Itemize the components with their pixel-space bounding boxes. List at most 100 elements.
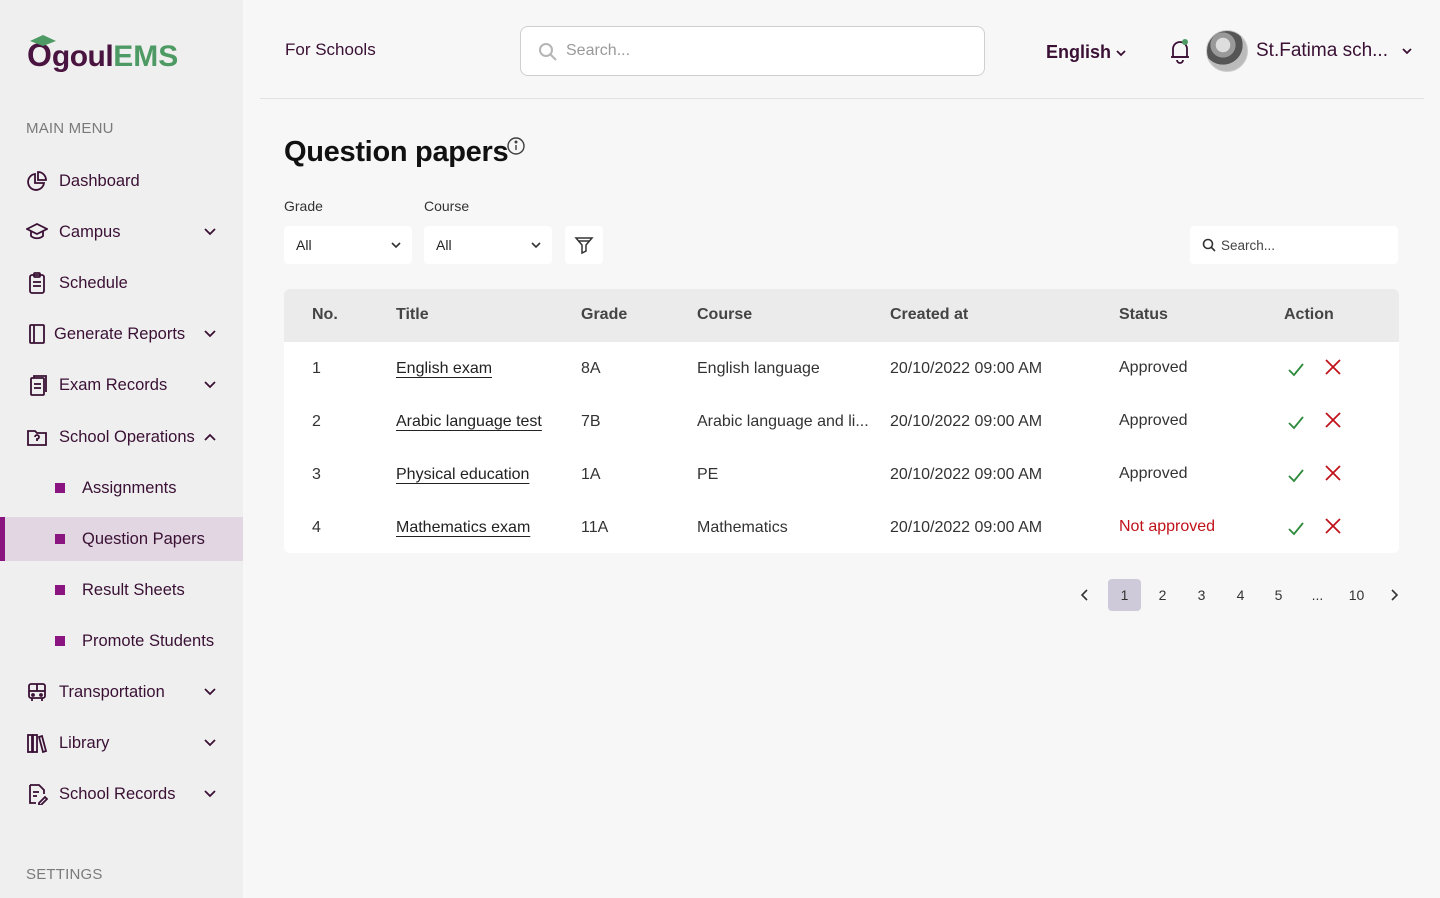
language-label: English (1046, 42, 1112, 62)
row-created-at: 20/10/2022 09:00 AM (890, 360, 1043, 377)
page-button-2[interactable]: 2 (1146, 579, 1179, 611)
sidebar-item-generate-reports[interactable]: Generate Reports (0, 312, 243, 356)
reject-x-icon[interactable] (1324, 464, 1342, 482)
file-edit-icon (29, 784, 48, 805)
approve-check-icon[interactable] (1287, 413, 1305, 431)
header-divider (260, 98, 1424, 99)
sidebar-item-label: Generate Reports (54, 324, 186, 343)
row-course: Mathematics (697, 519, 788, 536)
course-select[interactable]: All (424, 226, 552, 264)
bullet-icon (55, 534, 65, 544)
grade-select[interactable]: All (284, 226, 412, 264)
sidebar-item-campus[interactable]: Campus (0, 210, 243, 254)
sidebar-item-label: School Records (59, 784, 176, 803)
logo-letter: O (27, 35, 56, 74)
sidebar-item-library[interactable]: Library (0, 721, 243, 765)
info-icon[interactable] (506, 136, 526, 156)
column-header-no[interactable]: No. (312, 306, 338, 324)
chevron-down-icon (1116, 49, 1126, 56)
graduation-cap-icon (26, 222, 48, 240)
chevron-right-icon[interactable] (1387, 588, 1401, 602)
sidebar-subitem-result-sheets[interactable]: Result Sheets (0, 568, 243, 612)
sidebar-item-label: Library (59, 733, 110, 752)
bullet-icon (55, 636, 65, 646)
sidebar-item-label: School Operations (59, 427, 195, 446)
approve-check-icon[interactable] (1287, 466, 1305, 484)
sidebar-subitem-label: Assignments (82, 478, 177, 497)
column-header-action: Action (1284, 306, 1334, 323)
column-header-title[interactable]: Title (396, 306, 429, 324)
sidebar-item-dashboard[interactable]: Dashboard (0, 159, 243, 203)
paper-title-link[interactable]: Arabic language test (396, 413, 542, 431)
search-icon (1202, 238, 1216, 252)
chevron-down-icon (531, 242, 541, 249)
table-row: 3 Physical education 1A PE 20/10/2022 09… (284, 448, 1399, 501)
reject-x-icon[interactable] (1324, 358, 1342, 376)
chevron-down-icon (204, 381, 216, 389)
sidebar-item-schedule[interactable]: Schedule (0, 261, 243, 305)
sidebar: O goul EMS MAIN MENU Dashboard Campus Sc… (0, 0, 243, 898)
page-ellipsis: ... (1311, 587, 1324, 603)
reject-x-icon[interactable] (1324, 411, 1342, 429)
column-header-course[interactable]: Course (697, 306, 752, 324)
table-header: No. Title Grade Course Created at Status… (284, 289, 1399, 342)
row-number: 3 (312, 466, 321, 483)
sidebar-subitem-assignments[interactable]: Assignments (0, 466, 243, 510)
row-number: 4 (312, 519, 321, 536)
chevron-down-icon (204, 228, 216, 236)
page-title: Question papers (284, 136, 509, 168)
page-button-3[interactable]: 3 (1185, 579, 1218, 611)
chevron-down-icon (204, 688, 216, 696)
grade-select-value: All (296, 237, 312, 253)
page-button-10[interactable]: 10 (1340, 579, 1373, 611)
sidebar-item-label: Exam Records (59, 375, 168, 394)
chevron-down-icon (391, 242, 401, 249)
filter-button[interactable] (565, 226, 603, 264)
paper-title-link[interactable]: Physical education (396, 466, 529, 484)
sidebar-subitem-label: Promote Students (82, 631, 215, 650)
bus-icon (28, 683, 46, 701)
filter-icon (574, 237, 594, 255)
row-grade: 7B (581, 413, 601, 430)
row-created-at: 20/10/2022 09:00 AM (890, 519, 1043, 536)
sidebar-item-transportation[interactable]: Transportation (0, 670, 243, 714)
row-status: Approved (1119, 359, 1188, 376)
main-menu-label: MAIN MENU (26, 120, 114, 137)
notification-bell-icon[interactable] (1168, 38, 1192, 64)
column-header-created-at[interactable]: Created at (890, 306, 968, 324)
table-search-input[interactable] (1221, 236, 1386, 254)
approve-check-icon[interactable] (1287, 519, 1305, 537)
column-header-status[interactable]: Status (1119, 306, 1168, 324)
graduation-cap-icon (30, 35, 56, 46)
chevron-down-icon (204, 790, 216, 798)
global-search-input[interactable] (566, 39, 966, 63)
clipboard-icon (29, 272, 45, 294)
sidebar-subitem-label: Result Sheets (82, 580, 185, 599)
for-schools-link[interactable]: For Schools (285, 40, 376, 60)
page-button-4[interactable]: 4 (1224, 579, 1257, 611)
user-name[interactable]: St.Fatima sch... (1256, 40, 1388, 62)
sidebar-item-school-operations[interactable]: School Operations (0, 415, 243, 459)
paper-title-link[interactable]: Mathematics exam (396, 519, 530, 537)
app-logo[interactable]: O goul EMS (27, 30, 178, 74)
sidebar-subitem-question-papers[interactable]: Question Papers (0, 517, 243, 561)
language-selector[interactable]: English (1046, 42, 1127, 63)
chevron-left-icon[interactable] (1078, 588, 1092, 602)
page-button-5[interactable]: 5 (1262, 579, 1295, 611)
paper-title-link[interactable]: English exam (396, 360, 492, 378)
chevron-down-icon[interactable] (1400, 44, 1414, 58)
column-header-grade[interactable]: Grade (581, 306, 627, 324)
page-button-1[interactable]: 1 (1108, 579, 1141, 611)
sidebar-subitem-promote-students[interactable]: Promote Students (0, 619, 243, 663)
approve-check-icon[interactable] (1287, 360, 1305, 378)
sidebar-item-school-records[interactable]: School Records (0, 772, 243, 816)
sidebar-item-exam-records[interactable]: Exam Records (0, 363, 243, 407)
row-status: Approved (1119, 465, 1188, 482)
bullet-icon (55, 483, 65, 493)
reject-x-icon[interactable] (1324, 517, 1342, 535)
global-search[interactable] (520, 26, 985, 76)
sidebar-item-label: Dashboard (59, 171, 140, 190)
user-avatar[interactable] (1206, 30, 1248, 72)
row-number: 1 (312, 360, 321, 377)
table-search[interactable] (1190, 226, 1398, 264)
